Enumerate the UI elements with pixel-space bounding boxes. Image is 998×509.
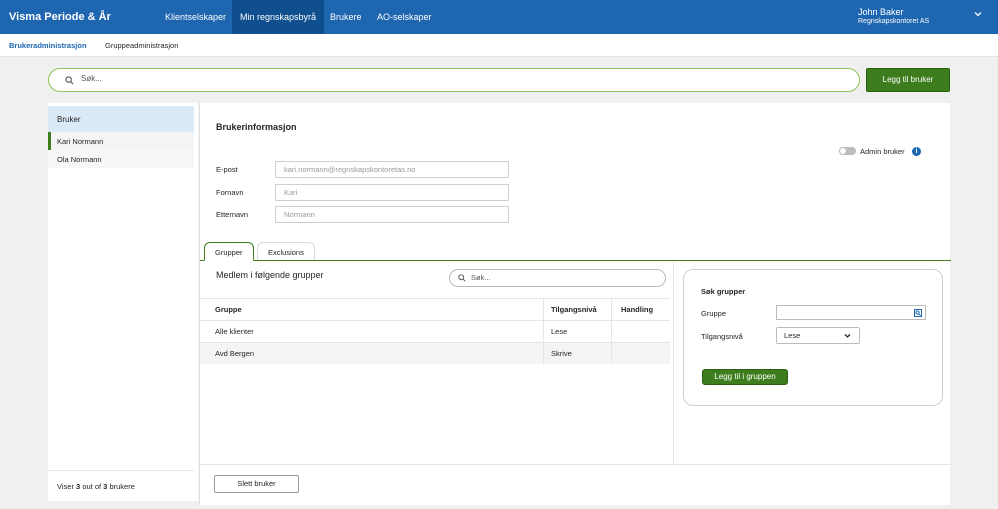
- user-list-item[interactable]: Kari Normann: [48, 132, 194, 150]
- column-header-tilgangsniva[interactable]: Tilgangsnivå: [551, 305, 597, 314]
- lastname-label: Etternavn: [216, 210, 249, 219]
- group-field[interactable]: [776, 305, 926, 320]
- divider: [48, 470, 194, 471]
- nav-min-regnskapsbyra[interactable]: Min regnskapsbyrå: [232, 0, 325, 34]
- user-name: John Baker: [858, 7, 904, 17]
- access-level: Skrive: [551, 349, 572, 358]
- search-groups-panel: Søk grupper Gruppe Tilgangsnivå Lese Leg…: [683, 269, 943, 406]
- sub-navigation: Brukeradministrasjon Gruppeadministrasjo…: [0, 34, 998, 57]
- add-to-group-button[interactable]: Legg til i gruppen: [702, 369, 788, 385]
- divider: [611, 321, 612, 343]
- tab-grupper[interactable]: Grupper: [204, 242, 254, 261]
- divider: [543, 321, 544, 343]
- user-list-item[interactable]: Ola Normann: [48, 150, 194, 168]
- table-row[interactable]: Alle klienter Lese: [200, 320, 670, 343]
- divider: [543, 343, 544, 365]
- lastname-field[interactable]: Normann: [275, 206, 509, 223]
- section-title: Brukerinformasjon: [216, 122, 297, 132]
- firstname-field[interactable]: Kari: [275, 184, 509, 201]
- access-level: Lese: [551, 327, 568, 336]
- info-icon[interactable]: i: [912, 147, 921, 156]
- access-level-value: Lese: [784, 331, 801, 340]
- tab-exclusions[interactable]: Exclusions: [257, 242, 315, 261]
- nav-ao-selskaper[interactable]: AO-selskaper: [369, 0, 440, 34]
- chevron-down-icon[interactable]: [974, 10, 982, 18]
- lookup-icon[interactable]: [914, 309, 922, 317]
- user-company: Regnskapskontoret AS: [858, 18, 930, 25]
- access-level-select[interactable]: Lese: [776, 327, 860, 344]
- firstname-label: Fornavn: [216, 188, 244, 197]
- group-label: Gruppe: [701, 309, 727, 318]
- user-list-header: Bruker: [48, 106, 194, 133]
- search-icon: [65, 76, 74, 85]
- search-input[interactable]: [81, 74, 781, 83]
- search-icon: [458, 274, 466, 282]
- search-groups-title: Søk grupper: [701, 287, 746, 296]
- top-bar: Visma Periode & År Klientselskaper Min r…: [0, 0, 998, 34]
- nav-brukere[interactable]: Brukere: [322, 0, 370, 34]
- app-brand[interactable]: Visma Periode & År: [9, 11, 111, 23]
- user-search[interactable]: [48, 68, 860, 92]
- group-name: Alle klienter: [215, 327, 254, 336]
- nav-klientselskaper[interactable]: Klientselskaper: [157, 0, 234, 34]
- divider: [200, 464, 951, 465]
- user-detail-panel: Brukerinformasjon Admin bruker i E-post …: [199, 103, 951, 505]
- delete-user-button[interactable]: Slett bruker: [214, 475, 299, 493]
- user-list-panel: Bruker Kari Normann Ola Normann Viser 3 …: [48, 103, 198, 501]
- divider: [673, 262, 674, 464]
- add-user-button[interactable]: Legg til bruker: [866, 68, 950, 92]
- column-header-handling: Handling: [621, 305, 654, 314]
- admin-toggle[interactable]: [839, 147, 856, 155]
- group-search[interactable]: [449, 269, 666, 287]
- email-label: E-post: [216, 165, 238, 174]
- access-level-label: Tilgangsnivå: [701, 332, 743, 341]
- tabs-underline: [200, 260, 951, 261]
- tab-gruppeadministrasjon[interactable]: Gruppeadministrasjon: [105, 41, 178, 50]
- divider: [611, 343, 612, 365]
- group-name: Avd Bergen: [215, 349, 255, 358]
- tab-brukeradministrasjon[interactable]: Brukeradministrasjon: [9, 41, 87, 50]
- groups-table: Gruppe Tilgangsnivå Handling Alle klient…: [200, 298, 670, 365]
- email-field[interactable]: kari.normann@regnskapskontoretas.no: [275, 161, 509, 178]
- members-title: Medlem i følgende grupper: [216, 270, 324, 280]
- table-header: Gruppe Tilgangsnivå Handling: [200, 298, 670, 321]
- chevron-down-icon: [844, 334, 851, 338]
- user-menu[interactable]: John Baker Regnskapskontoret AS: [858, 7, 929, 27]
- divider: [611, 299, 612, 321]
- group-search-input[interactable]: [471, 273, 651, 282]
- table-row[interactable]: Avd Bergen Skrive: [200, 342, 670, 365]
- column-header-gruppe[interactable]: Gruppe: [215, 305, 242, 314]
- admin-label: Admin bruker: [860, 147, 905, 156]
- divider: [543, 299, 544, 321]
- user-count-summary: Viser 3 out of 3 brukere: [57, 482, 135, 491]
